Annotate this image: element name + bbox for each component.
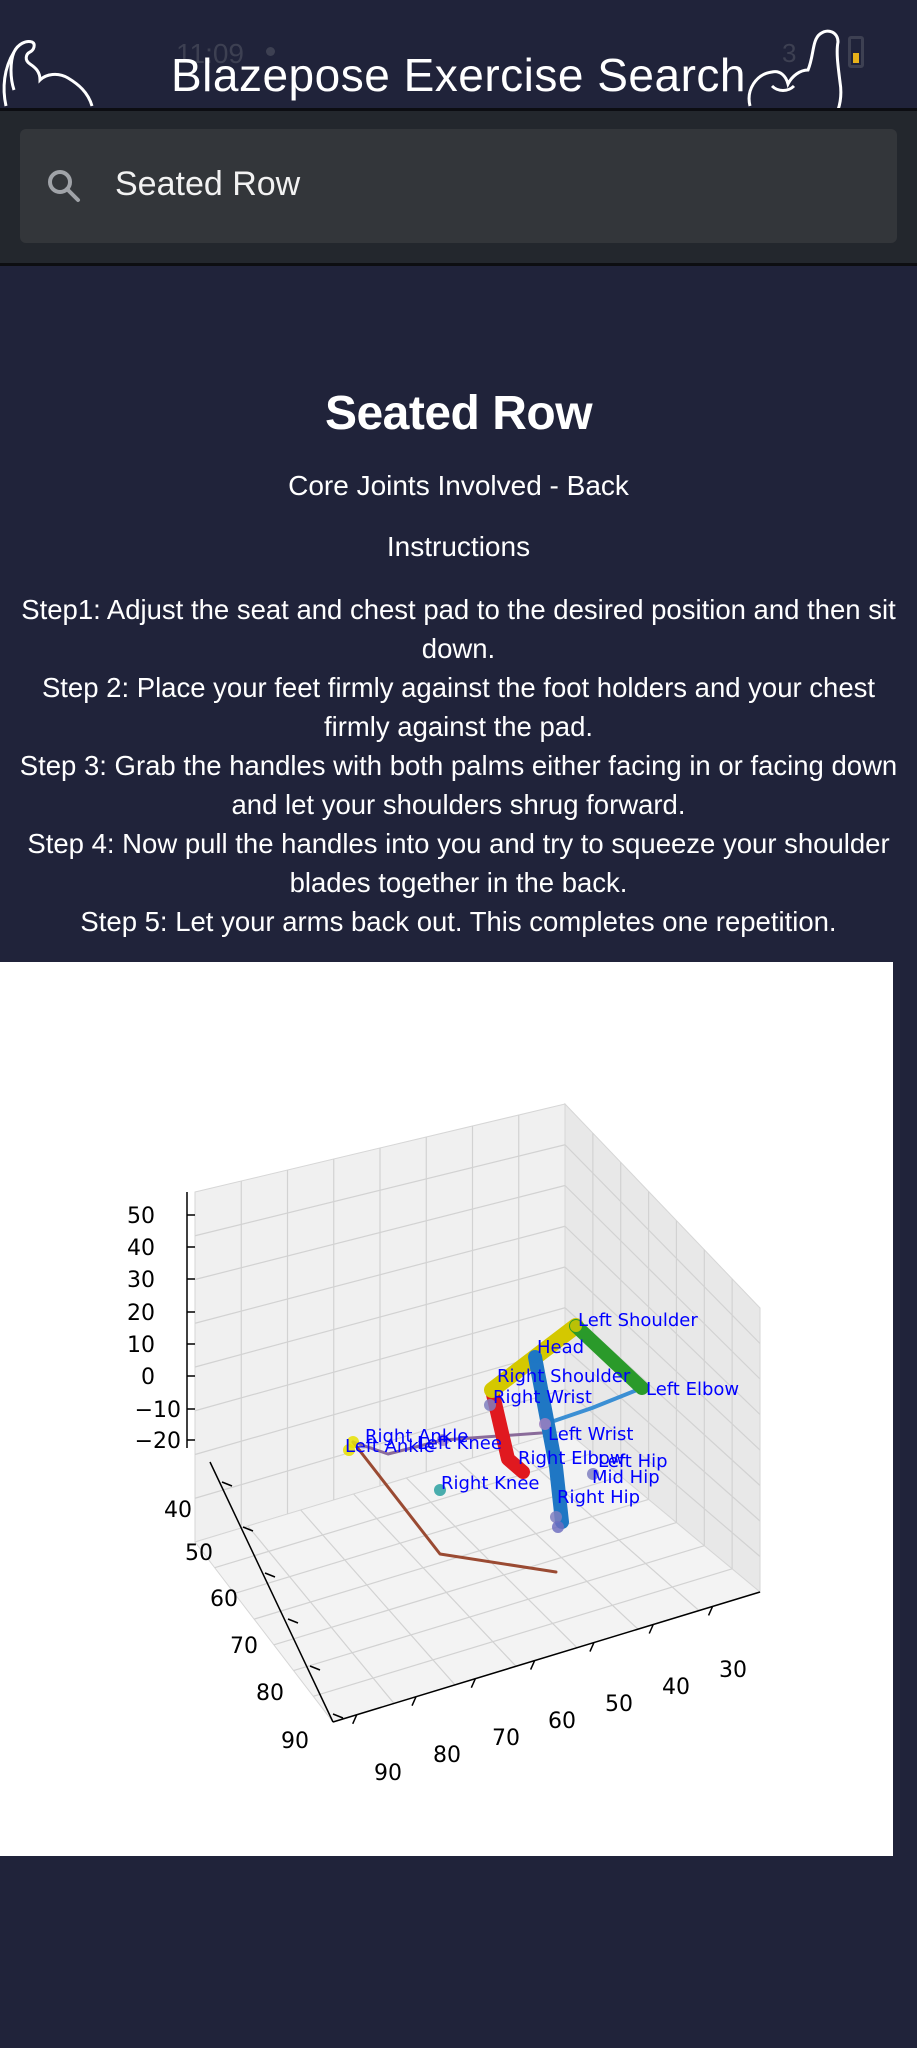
core-joints-text: Core Joints Involved - Back: [288, 470, 629, 501]
instruction-step: Step 2: Place your feet firmly against t…: [41, 672, 876, 742]
instruction-step: Step 4: Now pull the handles into you an…: [27, 828, 890, 898]
app-title: Blazepose Exercise Search: [170, 49, 746, 101]
landmark-point: [552, 1521, 564, 1533]
bottom-axis-tick-label: 50: [605, 1692, 633, 1717]
z-tick-label: 50: [127, 1204, 155, 1229]
z-tick-label: 20: [127, 1301, 155, 1326]
landmark-label: Left Elbow: [646, 1379, 739, 1400]
instructions-heading: Instructions: [386, 531, 531, 562]
z-tick-label: 0: [141, 1365, 155, 1390]
z-tick-label: 10: [127, 1333, 155, 1358]
search-input[interactable]: Seated Row: [20, 129, 897, 243]
left-axis-tick-label: 80: [256, 1681, 284, 1706]
landmark-label: Head: [537, 1337, 584, 1358]
left-axis-tick-label: 70: [230, 1634, 258, 1659]
z-tick-label: −20: [135, 1429, 181, 1454]
search-bar: Seated Row: [0, 111, 917, 266]
pose-3d-plot-svg: 50 40 30 20 10 0 −10 −20 40 50 60 70 80 …: [127, 1102, 762, 1786]
left-axis-tick-label: 50: [185, 1541, 213, 1566]
bottom-axis-tick-label: 80: [433, 1743, 461, 1768]
z-tick-label: −10: [135, 1398, 181, 1423]
landmark-label: Right Hip: [557, 1487, 640, 1508]
landmark-label: Right Shoulder: [497, 1366, 631, 1387]
search-icon[interactable]: [44, 166, 84, 206]
bottom-axis-tick-label: 90: [374, 1761, 402, 1786]
landmark-label: Left Wrist: [548, 1424, 633, 1445]
left-axis-tick-label: 60: [210, 1587, 238, 1612]
instruction-step: Step 3: Grab the handles with both palms…: [19, 750, 898, 820]
z-tick-label: 30: [127, 1268, 155, 1293]
instruction-step: Step 5: Let your arms back out. This com…: [80, 906, 837, 937]
bottom-axis-tick-label: 70: [492, 1726, 520, 1751]
exercise-title: Seated Row: [324, 387, 593, 440]
landmark-label: Left Knee: [417, 1433, 502, 1454]
bottom-axis-tick-label: 60: [548, 1709, 576, 1734]
landmark-label: Right Wrist: [493, 1387, 592, 1408]
landmark-label: Right Knee: [441, 1473, 539, 1494]
landmark-point: [550, 1511, 562, 1523]
instruction-step: Step1: Adjust the seat and chest pad to …: [21, 594, 896, 664]
bottom-axis-tick-label: 40: [662, 1675, 690, 1700]
left-axis-tick-label: 40: [164, 1498, 192, 1523]
landmark-label: Left Shoulder: [578, 1310, 698, 1331]
pose-3d-plot: 50 40 30 20 10 0 −10 −20 40 50 60 70 80 …: [0, 962, 893, 1856]
search-query-text[interactable]: Seated Row: [115, 165, 300, 204]
left-axis-tick-label: 90: [281, 1729, 309, 1754]
instruction-steps: Step1: Adjust the seat and chest pad to …: [6, 590, 911, 941]
bottom-axis-tick-label: 30: [719, 1658, 747, 1683]
landmark-label: Mid Hip: [592, 1467, 660, 1488]
z-tick-label: 40: [127, 1236, 155, 1261]
